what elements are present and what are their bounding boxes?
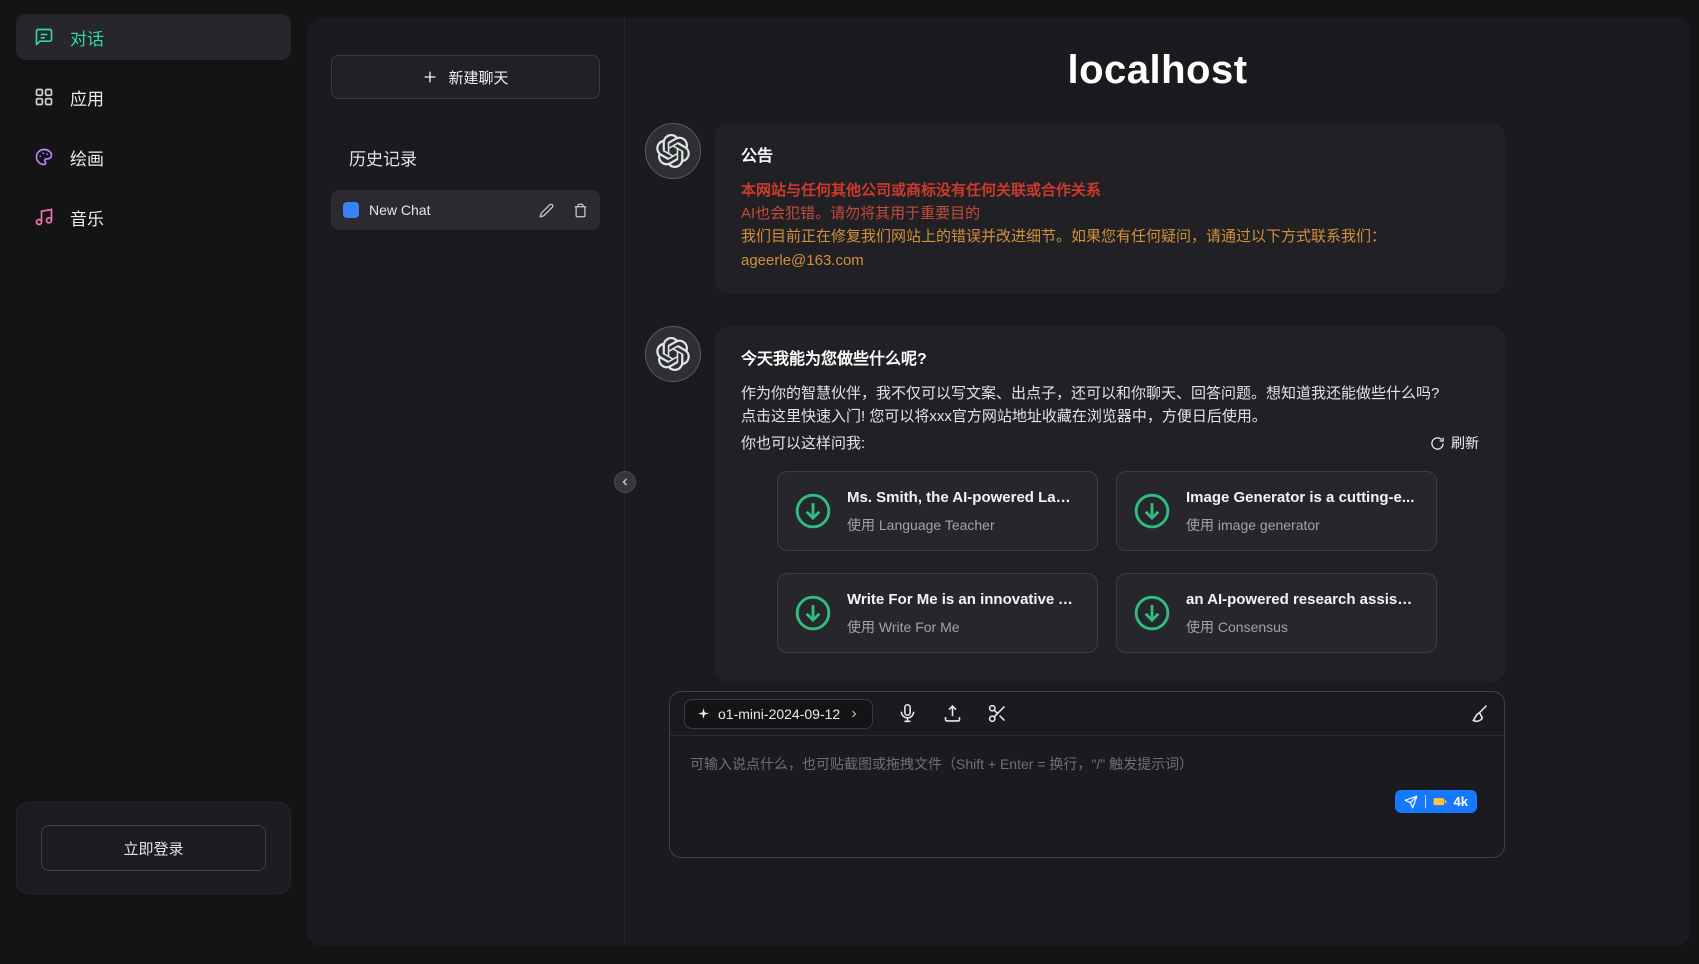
suggestion-subtitle: 使用 Language Teacher <box>847 515 1077 537</box>
announcement-line: AI也会犯错。请勿将其用于重要目的 <box>741 202 1479 225</box>
arrow-down-circle-icon <box>1133 492 1171 530</box>
suggestion-title: Image Generator is a cutting-e... <box>1186 486 1414 509</box>
sidebar-item-label: 音乐 <box>70 205 104 230</box>
intro-heading: 今天我能为您做些什么呢? <box>741 348 1479 373</box>
model-name: o1-mini-2024-09-12 <box>718 706 840 722</box>
sparkle-icon <box>697 707 710 720</box>
sidebar-item-chat[interactable]: 对话 <box>16 14 291 60</box>
suggestion-grid: Ms. Smith, the AI-powered Lan... 使用 Lang… <box>741 471 1479 661</box>
refresh-label: 刷新 <box>1451 433 1479 455</box>
message-intro: 今天我能为您做些什么呢? 作为你的智慧伙伴，我不仅可以写文案、出点子，还可以和你… <box>645 326 1505 683</box>
history-heading: 历史记录 <box>349 145 600 170</box>
suggestion-title: an AI-powered research assista... <box>1186 588 1416 611</box>
sidebar-nav: 对话 应用 绘画 音乐 <box>16 14 291 802</box>
new-chat-label: 新建聊天 <box>448 67 508 88</box>
sidebar-item-label: 应用 <box>70 85 104 110</box>
token-count-label: 4k <box>1454 794 1468 809</box>
sidebar-item-apps[interactable]: 应用 <box>16 74 291 120</box>
openai-avatar <box>645 326 701 382</box>
model-selector[interactable]: o1-mini-2024-09-12 <box>684 699 873 729</box>
chat-list-item[interactable]: New Chat <box>331 190 600 230</box>
page-title: localhost <box>625 48 1690 93</box>
send-button[interactable]: 4k <box>1395 790 1477 813</box>
announcement-heading: 公告 <box>741 145 1479 170</box>
sidebar-item-label: 对话 <box>70 25 104 50</box>
composer: o1-mini-2024-09-12 <box>669 691 1505 858</box>
refresh-icon <box>1430 436 1445 451</box>
message-list: 公告 本网站与任何其他公司或商标没有任何关联或合作关系 AI也会犯错。请勿将其用… <box>625 93 1690 685</box>
suggestion-card[interactable]: Write For Me is an innovative A... 使用 Wr… <box>777 573 1098 653</box>
plus-icon <box>422 69 438 85</box>
message-announcement: 公告 本网站与任何其他公司或商标没有任何关联或合作关系 AI也会犯错。请勿将其用… <box>645 123 1505 294</box>
chevron-right-icon <box>848 708 860 720</box>
delete-icon[interactable] <box>573 203 588 218</box>
microphone-button[interactable] <box>897 703 918 724</box>
sidebar-item-drawing[interactable]: 绘画 <box>16 134 291 180</box>
arrow-down-circle-icon <box>1133 594 1171 632</box>
login-button[interactable]: 立即登录 <box>41 825 266 871</box>
announcement-line: 本网站与任何其他公司或商标没有任何关联或合作关系 <box>741 179 1479 202</box>
message-bubble: 今天我能为您做些什么呢? 作为你的智慧伙伴，我不仅可以写文案、出点子，还可以和你… <box>715 326 1505 683</box>
sidebar-footer: 立即登录 <box>16 802 291 894</box>
refresh-button[interactable]: 刷新 <box>1430 433 1479 455</box>
openai-avatar <box>645 123 701 179</box>
chevron-left-icon <box>619 476 631 488</box>
contact-email-link[interactable]: ageerle@163.com <box>741 249 864 272</box>
paper-plane-icon <box>1404 795 1418 809</box>
edit-icon[interactable] <box>539 203 554 218</box>
chat-bubble-icon <box>34 27 54 47</box>
workspace-panel: 新建聊天 历史记录 New Chat localhost <box>307 18 1690 946</box>
suggestion-title: Write For Me is an innovative A... <box>847 588 1077 611</box>
message-input[interactable] <box>670 736 1504 854</box>
badge-divider <box>1425 795 1426 808</box>
suggestion-subtitle: 使用 image generator <box>1186 515 1414 537</box>
chat-item-icon <box>343 202 359 218</box>
suggestion-card[interactable]: Image Generator is a cutting-e... 使用 ima… <box>1116 471 1437 551</box>
token-battery-icon <box>1433 797 1447 807</box>
message-bubble: 公告 本网站与任何其他公司或商标没有任何关联或合作关系 AI也会犯错。请勿将其用… <box>715 123 1505 294</box>
suggestion-card[interactable]: an AI-powered research assista... 使用 Con… <box>1116 573 1437 653</box>
scissors-button[interactable] <box>987 703 1008 724</box>
arrow-down-circle-icon <box>794 594 832 632</box>
suggestion-card[interactable]: Ms. Smith, the AI-powered Lan... 使用 Lang… <box>777 471 1098 551</box>
chat-main: localhost 公告 本网站与任何其他公司或商标没有任何关联或合作关系 AI… <box>625 18 1690 946</box>
ask-hint: 你也可以这样问我: <box>741 432 865 455</box>
sidebar-item-label: 绘画 <box>70 145 104 170</box>
chat-item-title: New Chat <box>369 202 520 218</box>
new-chat-button[interactable]: 新建聊天 <box>331 55 600 99</box>
suggestion-subtitle: 使用 Write For Me <box>847 617 1077 639</box>
intro-body: 作为你的智慧伙伴，我不仅可以写文案、出点子，还可以和你聊天、回答问题。想知道我还… <box>741 382 1449 429</box>
app-sidebar: 对话 应用 绘画 音乐 立即登录 <box>0 0 307 964</box>
composer-toolbar: o1-mini-2024-09-12 <box>670 692 1504 736</box>
grid-icon <box>34 87 54 107</box>
music-note-icon <box>34 207 54 227</box>
suggestion-subtitle: 使用 Consensus <box>1186 617 1416 639</box>
clear-context-broom-button[interactable] <box>1469 703 1490 724</box>
suggestion-title: Ms. Smith, the AI-powered Lan... <box>847 486 1077 509</box>
sidebar-collapse-button[interactable] <box>614 471 636 493</box>
announcement-line: 我们目前正在修复我们网站上的错误并改进细节。如果您有任何疑问，请通过以下方式联系… <box>741 225 1479 248</box>
arrow-down-circle-icon <box>794 492 832 530</box>
sidebar-item-music[interactable]: 音乐 <box>16 194 291 240</box>
palette-icon <box>34 147 54 167</box>
upload-button[interactable] <box>942 703 963 724</box>
chat-list-panel: 新建聊天 历史记录 New Chat <box>307 18 625 946</box>
